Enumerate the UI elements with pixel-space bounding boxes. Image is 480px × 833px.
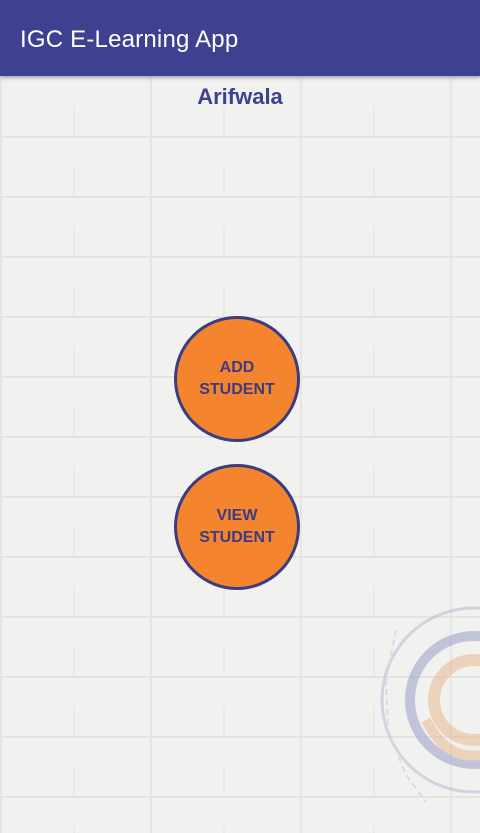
main-screen: IGC E-Learning App Arifwala ADD STUDENT … xyxy=(0,0,480,833)
view-student-button[interactable]: VIEW STUDENT xyxy=(174,464,300,590)
app-bar: IGC E-Learning App xyxy=(0,0,480,76)
app-title: IGC E-Learning App xyxy=(20,26,239,53)
campus-title: Arifwala xyxy=(197,84,283,109)
add-student-button[interactable]: ADD STUDENT xyxy=(174,316,300,442)
igc-logo-watermark-icon xyxy=(380,606,480,803)
